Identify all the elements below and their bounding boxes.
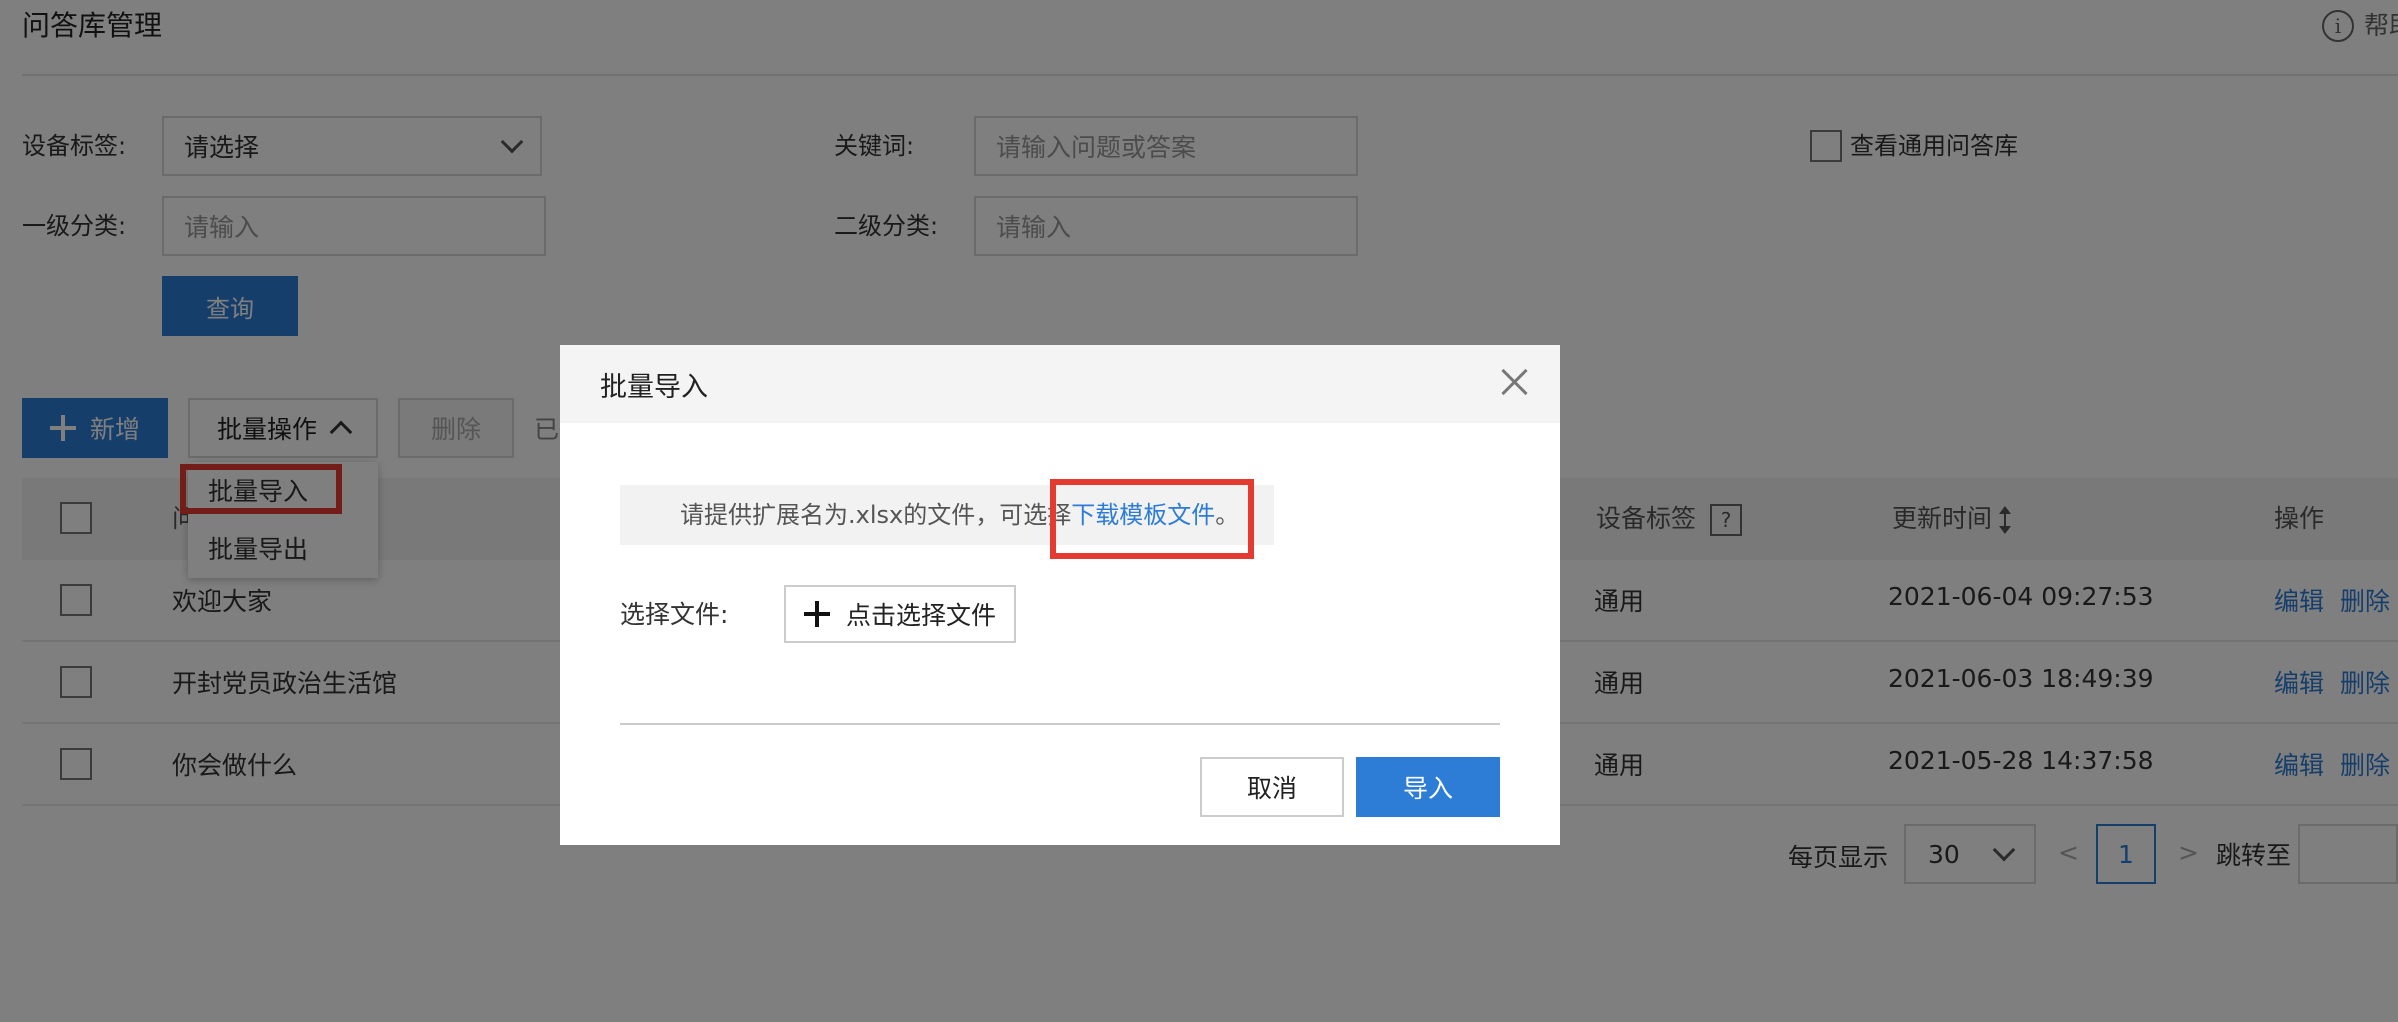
notice-text: 请提供扩展名为.xlsx的文件，可选择 [680,501,1072,529]
choose-file-label: 选择文件: [620,600,729,629]
dialog-title: 批量导入 [600,372,708,403]
choose-file-button-label: 点击选择文件 [845,601,996,630]
highlight-box-download-template [1050,479,1254,559]
cancel-button[interactable]: 取消 [1200,757,1344,817]
plus-icon [803,601,830,627]
batch-import-dialog: 批量导入 请提供扩展名为.xlsx的文件，可选择下载模板文件。 选择文件: 点击… [560,345,1560,845]
close-icon[interactable] [1500,367,1530,397]
import-button[interactable]: 导入 [1356,757,1500,817]
choose-file-button[interactable]: 点击选择文件 [784,585,1016,643]
dialog-header: 批量导入 [560,345,1560,423]
dialog-divider [620,723,1500,725]
